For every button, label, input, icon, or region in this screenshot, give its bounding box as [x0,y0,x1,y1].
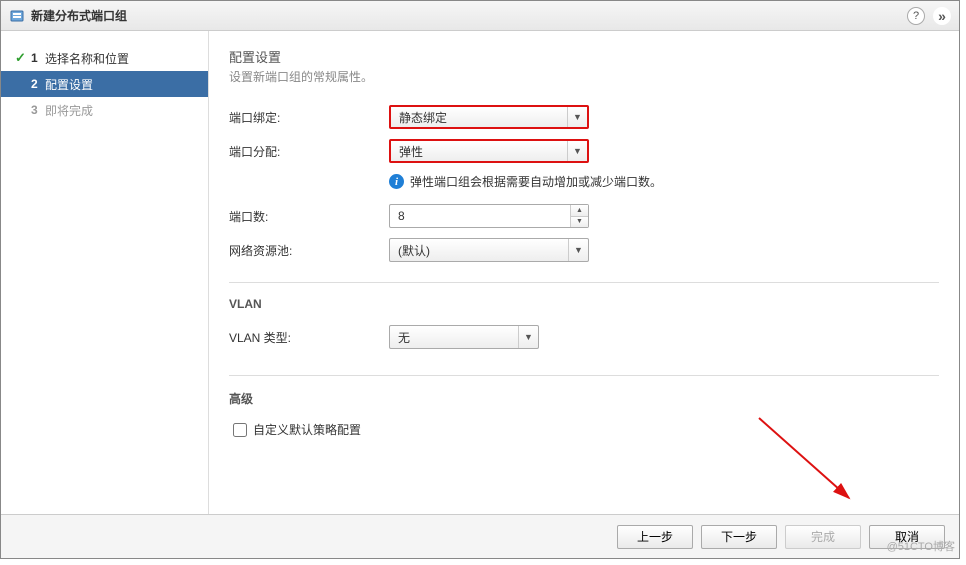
port-alloc-label: 端口分配: [229,143,389,160]
advanced-section: 高级 [229,375,939,407]
spinner-down-icon[interactable]: ▼ [571,217,588,228]
custom-policy-label: 自定义默认策略配置 [253,421,361,438]
wizard-dialog: 新建分布式端口组 ? » ✓ 1 选择名称和位置 2 配置设置 3 即将完成 [0,0,960,559]
back-button[interactable]: 上一步 [617,525,693,549]
port-count-input[interactable]: 8 ▲ ▼ [389,204,589,228]
step-label: 配置设置 [45,76,93,93]
step-num: 1 [31,51,45,65]
chevron-down-icon: ▼ [567,107,587,127]
vlan-section: VLAN [229,282,939,311]
expand-button[interactable]: » [933,7,951,25]
finish-button: 完成 [785,525,861,549]
vlan-type-label: VLAN 类型: [229,329,389,346]
select-value: (默认) [390,239,568,261]
chevron-down-icon: ▼ [518,326,538,348]
chevron-down-icon: ▼ [568,239,588,261]
info-icon: i [389,174,404,189]
step-num: 3 [31,103,45,117]
elastic-info: i 弹性端口组会根据需要自动增加或减少端口数。 [389,173,939,190]
step-label: 选择名称和位置 [45,50,129,67]
spinner-value: 8 [390,205,570,227]
resource-pool-label: 网络资源池: [229,242,389,259]
step-select-name[interactable]: ✓ 1 选择名称和位置 [1,45,208,71]
wizard-steps: ✓ 1 选择名称和位置 2 配置设置 3 即将完成 [1,31,209,514]
portgroup-icon [9,8,25,24]
select-value: 静态绑定 [391,107,567,127]
custom-policy-checkbox[interactable] [233,423,247,437]
info-text: 弹性端口组会根据需要自动增加或减少端口数。 [410,173,662,190]
footer: 上一步 下一步 完成 取消 [1,514,959,558]
spinner-up-icon[interactable]: ▲ [571,205,588,217]
port-count-label: 端口数: [229,208,389,225]
resource-pool-select[interactable]: (默认) ▼ [389,238,589,262]
help-button[interactable]: ? [907,7,925,25]
vlan-type-select[interactable]: 无 ▼ [389,325,539,349]
select-value: 弹性 [391,141,567,161]
dialog-body: ✓ 1 选择名称和位置 2 配置设置 3 即将完成 配置设置 设置新端口组的常规… [1,31,959,514]
check-icon: ✓ [15,50,31,66]
step-label: 即将完成 [45,102,93,119]
step-finish[interactable]: 3 即将完成 [1,97,208,123]
main-panel: 配置设置 设置新端口组的常规属性。 端口绑定: 静态绑定 ▼ 端口分配: 弹性 … [209,31,959,514]
port-binding-select[interactable]: 静态绑定 ▼ [389,105,589,129]
chevron-down-icon: ▼ [567,141,587,161]
titlebar: 新建分布式端口组 ? » [1,1,959,31]
step-num: 2 [31,77,45,91]
title-actions: ? » [907,7,951,25]
next-button[interactable]: 下一步 [701,525,777,549]
panel-subheading: 设置新端口组的常规属性。 [229,68,939,85]
port-binding-label: 端口绑定: [229,109,389,126]
select-value: 无 [390,326,518,348]
port-alloc-select[interactable]: 弹性 ▼ [389,139,589,163]
dialog-title: 新建分布式端口组 [31,7,907,24]
step-configure[interactable]: 2 配置设置 [1,71,208,97]
cancel-button[interactable]: 取消 [869,525,945,549]
panel-heading: 配置设置 [229,47,939,66]
